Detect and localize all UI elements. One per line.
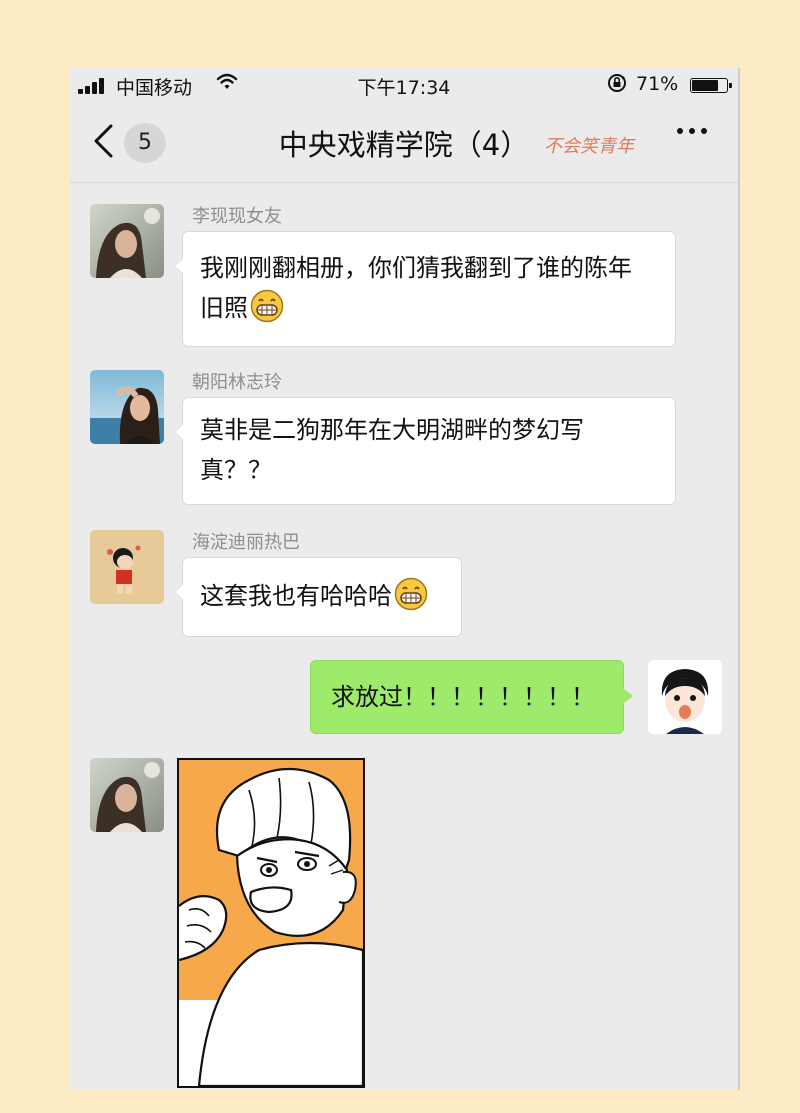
status-bar: 中国移动 下午17:34 71% bbox=[70, 68, 738, 102]
avatar[interactable] bbox=[90, 370, 164, 444]
message-text-line: 旧照 bbox=[200, 288, 659, 328]
phone-screen: 中国移动 下午17:34 71% 5 中央戏精学院（4） 不会笑青年 李现现女友… bbox=[70, 68, 740, 1090]
rotation-lock-icon bbox=[606, 72, 628, 99]
avatar[interactable] bbox=[90, 204, 164, 278]
message-bubble[interactable]: 这套我也有哈哈哈 bbox=[174, 557, 462, 637]
battery-percent: 71% bbox=[636, 73, 679, 95]
sender-name: 朝阳林志玲 bbox=[192, 372, 282, 393]
grin-emoji-icon bbox=[394, 577, 428, 611]
message-text-line: 莫非是二狗那年在大明湖畔的梦幻写 bbox=[200, 416, 584, 444]
more-options-button[interactable] bbox=[674, 116, 714, 154]
message-text-line: 这套我也有哈哈哈 bbox=[200, 576, 445, 616]
more-dots-icon bbox=[677, 128, 707, 134]
avatar[interactable] bbox=[90, 530, 164, 604]
chat-header: 5 中央戏精学院（4） 不会笑青年 bbox=[70, 102, 738, 183]
my-avatar[interactable] bbox=[648, 660, 722, 734]
chat-title: 中央戏精学院（4） bbox=[278, 128, 530, 162]
battery-fill bbox=[692, 80, 718, 91]
watermark-logo: 不会笑青年 bbox=[544, 136, 634, 157]
message-bubble[interactable]: 莫非是二狗那年在大明湖畔的梦幻写 真？？ bbox=[174, 397, 676, 505]
battery-icon bbox=[690, 78, 732, 93]
comic-image-message[interactable] bbox=[177, 758, 365, 1088]
comic-sticker-image bbox=[179, 760, 363, 1086]
message-bubble[interactable]: 我刚刚翻相册，你们猜我翻到了谁的陈年 旧照 bbox=[174, 231, 676, 347]
message-text-line: 真？？ bbox=[200, 456, 272, 484]
avatar[interactable] bbox=[90, 758, 164, 832]
message-text-line: 求放过！！！！！！！！ bbox=[331, 683, 595, 711]
grin-emoji-icon bbox=[250, 289, 284, 323]
sender-name: 李现现女友 bbox=[192, 206, 282, 227]
message-text-line: 我刚刚翻相册，你们猜我翻到了谁的陈年 bbox=[200, 254, 632, 282]
sender-name: 海淀迪丽热巴 bbox=[192, 532, 300, 553]
outgoing-message-bubble[interactable]: 求放过！！！！！！！！ bbox=[310, 660, 633, 734]
